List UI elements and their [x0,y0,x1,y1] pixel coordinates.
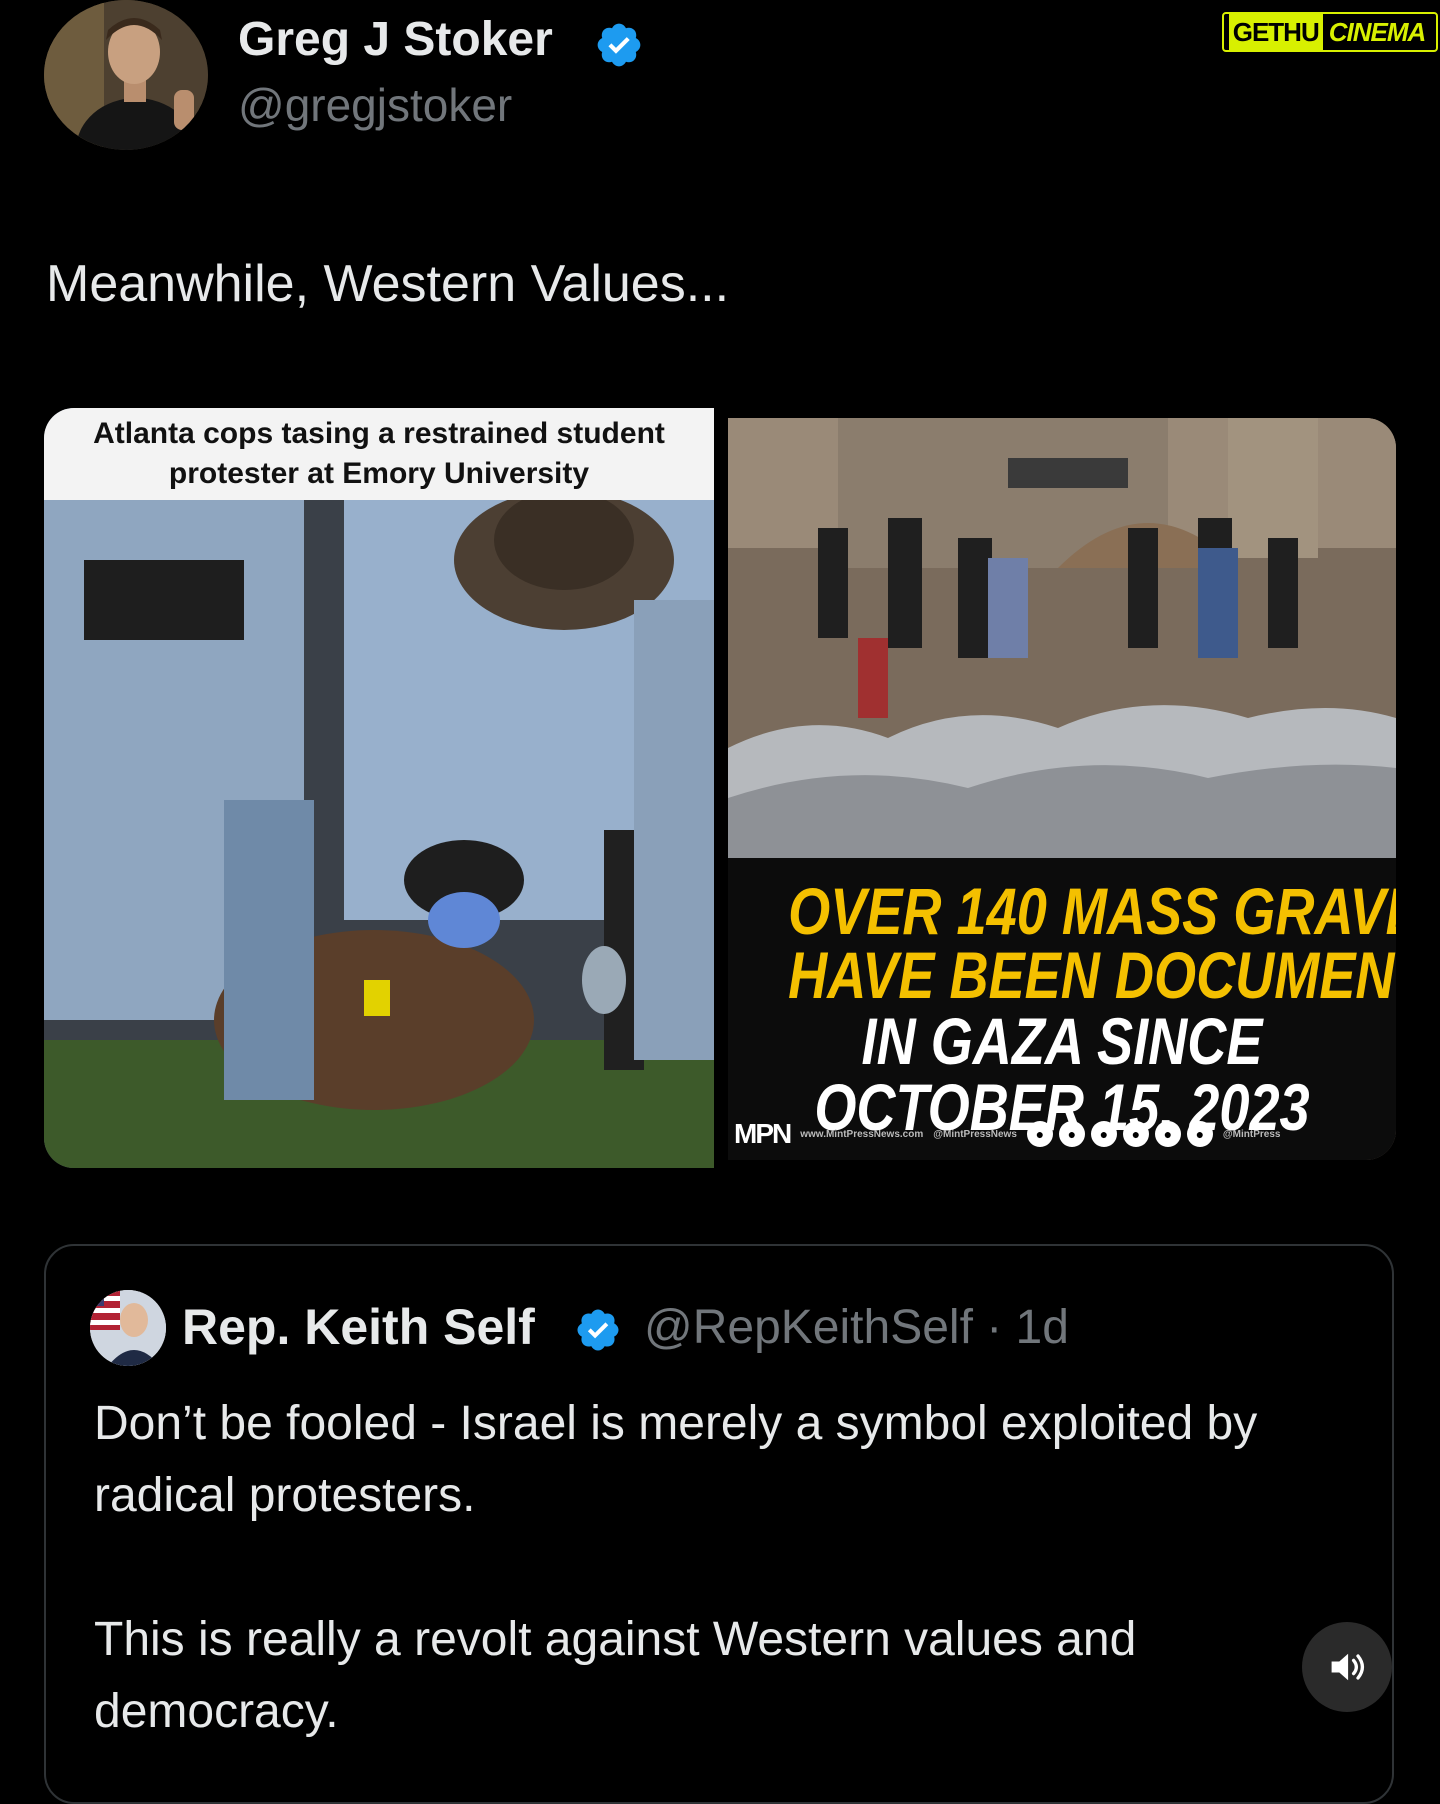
quoted-handle-time[interactable]: @RepKeithSelf · 1d [644,1300,1069,1355]
quoted-author-avatar[interactable] [90,1290,166,1366]
media-image-left[interactable]: Atlanta cops tasing a restrained student… [44,408,714,1168]
watermark-part-a: GETHU [1228,14,1323,50]
social-icon: ● [1026,1121,1053,1147]
mintpress-site: www.MintPressNews.com [800,1128,924,1140]
caption-line-2: protester at Emory University [168,457,590,490]
mintpress-handle-2: @MintPress [1222,1128,1281,1140]
audio-toggle-button[interactable] [1302,1622,1392,1712]
social-icon: ● [1122,1121,1149,1147]
watermark-part-b: CINEMA [1328,16,1427,47]
social-icon: ● [1154,1121,1181,1147]
headline-line-1: OVER 140 MASS GRAVES [788,874,1396,948]
post-text: Meanwhile, Western Values... [46,255,730,313]
headline-line-2: HAVE BEEN DOCUMENTED [788,938,1396,1012]
media-image-right[interactable]: OVER 140 MASS GRAVES HAVE BEEN DOCUMENTE… [728,418,1396,1160]
social-icon: ● [1058,1121,1085,1147]
caption-line-1: Atlanta cops tasing a restrained student [93,417,665,450]
mintpress-footer: MPN www.MintPressNews.com @MintPressNews… [728,1108,1396,1160]
mintpress-logo: MPN [734,1118,792,1149]
verified-badge-icon [574,1306,622,1354]
image-caption: Atlanta cops tasing a restrained student… [44,408,714,500]
author-name[interactable]: Greg J Stoker [238,12,553,67]
social-icons: ● ● ● ● ● ● [1026,1121,1213,1147]
quoted-text: Don’t be fooled - Israel is merely a sym… [94,1388,1334,1748]
author-handle[interactable]: @gregjstoker [238,78,512,132]
headline-line-3: IN GAZA SINCE [861,1004,1263,1078]
gaza-photo [728,418,1396,858]
quoted-paragraph-1: Don’t be fooled - Israel is merely a sym… [94,1397,1258,1522]
quoted-author-name[interactable]: Rep. Keith Self [182,1298,535,1356]
author-avatar[interactable] [44,0,208,150]
police-photo [44,500,714,1168]
social-icon: ● [1090,1121,1117,1147]
quoted-paragraph-2: This is really a revolt against Western … [94,1613,1137,1738]
mintpress-handle: @MintPressNews [933,1128,1017,1140]
verified-badge-icon [594,20,644,70]
social-icon: ● [1186,1121,1213,1147]
watermark-logo: GETHU CINEMA [1222,12,1438,52]
speaker-icon [1331,1653,1365,1681]
